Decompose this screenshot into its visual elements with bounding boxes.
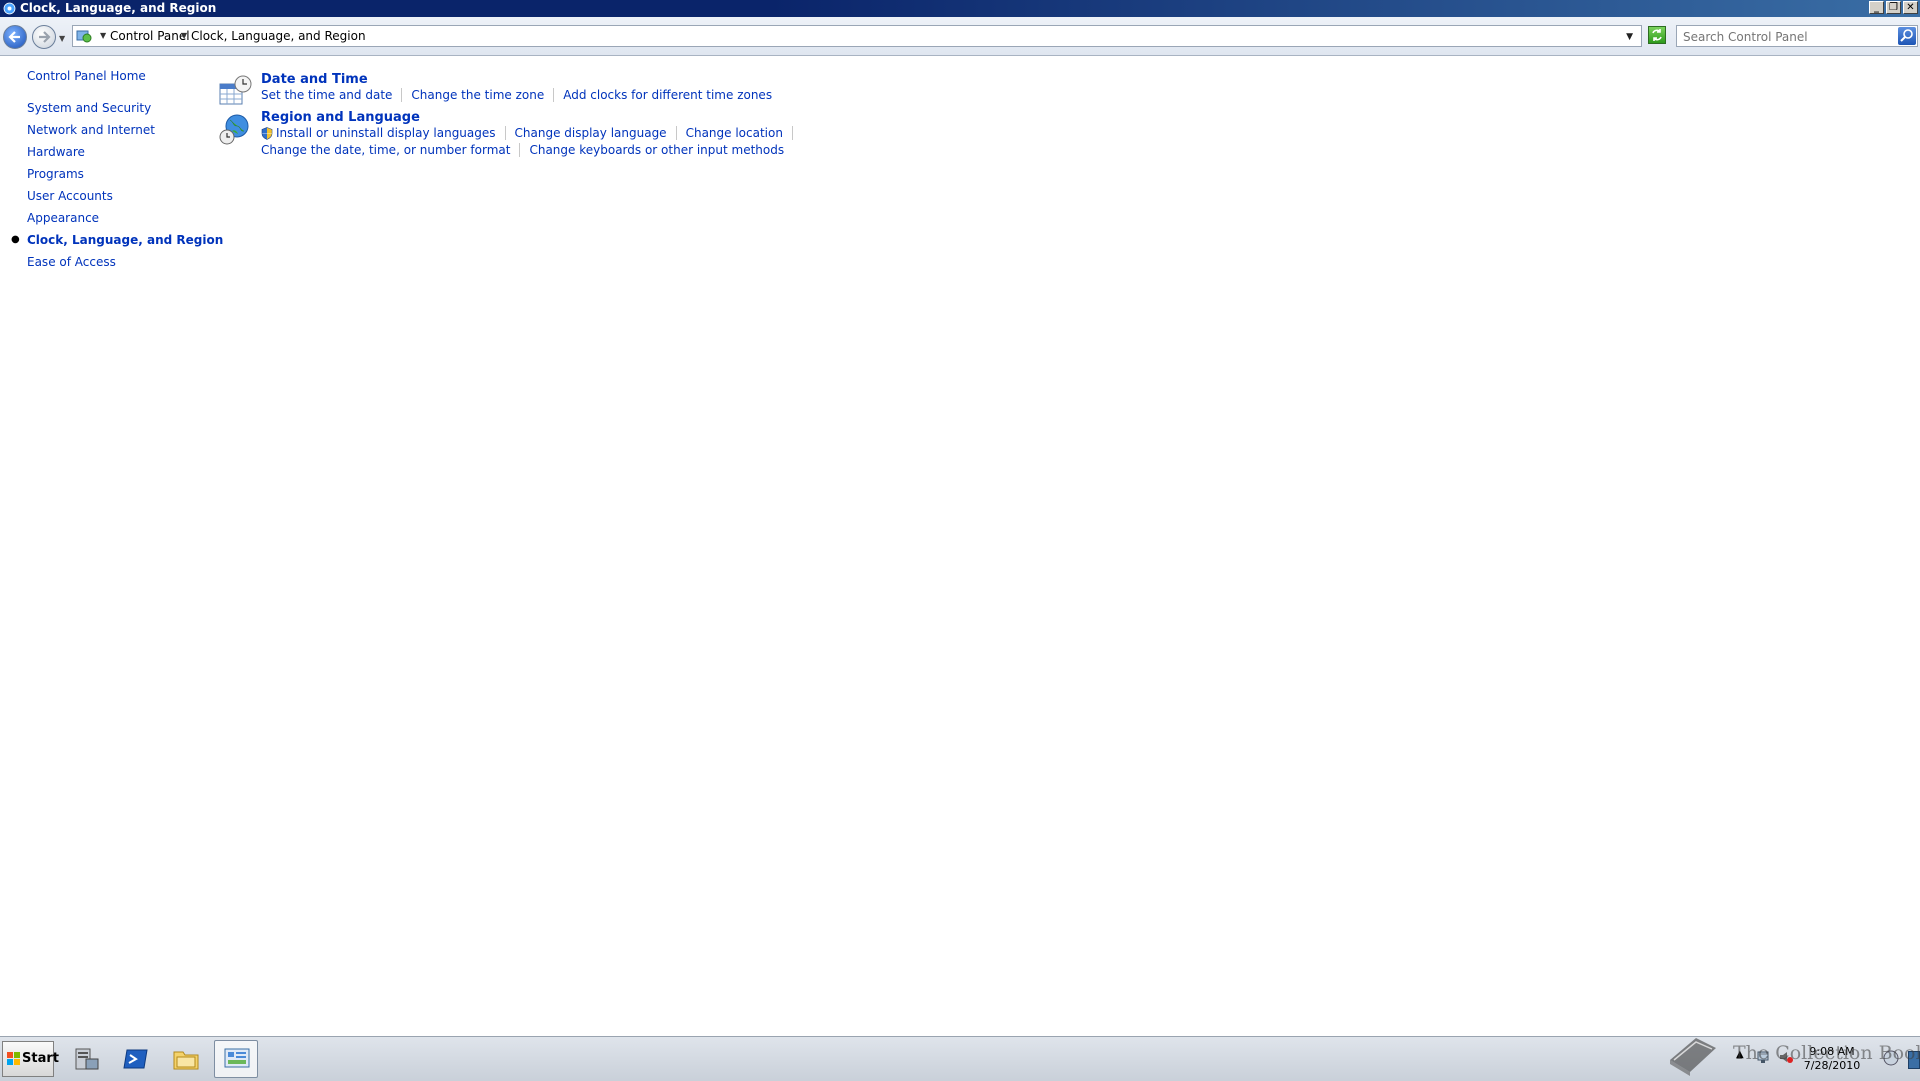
forward-button[interactable] [32,25,56,49]
nav-ease-of-access[interactable]: Ease of Access [27,255,116,269]
link-separator [504,126,506,140]
back-button[interactable] [3,25,27,49]
globe-clock-icon[interactable] [218,113,252,147]
change-location-link[interactable]: Change location [686,126,783,140]
explorer-icon [173,1051,199,1070]
search-button[interactable] [1898,27,1916,45]
link-separator [401,88,403,102]
change-time-zone-link[interactable]: Change the time zone [411,88,544,102]
book-logo-icon [1670,1038,1716,1076]
link-separator [791,126,793,140]
window-title-bar[interactable]: Clock, Language, and Region _ ❐ ✕ [0,0,1920,17]
search-icon [1900,29,1913,42]
calendar-clock-icon[interactable] [218,74,252,108]
set-time-and-date-link[interactable]: Set the time and date [261,88,392,102]
window-title: Clock, Language, and Region [20,1,217,15]
control-panel-icon [224,1048,250,1068]
breadcrumb-chevron-icon[interactable]: ▼ [181,31,187,40]
taskbar-explorer[interactable] [164,1040,208,1078]
date-and-time-links: Set the time and date Change the time zo… [261,88,772,102]
nav-hardware[interactable]: Hardware [27,145,85,159]
back-arrow-icon [8,31,20,43]
close-button[interactable]: ✕ [1903,1,1918,14]
change-display-language-link[interactable]: Change display language [515,126,667,140]
link-separator [519,143,521,157]
control-panel-icon [76,30,92,43]
nav-clock-language-region[interactable]: Clock, Language, and Region [27,233,223,247]
minimize-button[interactable]: _ [1869,1,1884,14]
install-display-languages-link[interactable]: Install or uninstall display languages [276,126,496,140]
region-and-language-links-row-2: Change the date, time, or number format … [261,143,784,157]
search-input[interactable] [1681,28,1891,46]
link-separator [553,88,555,102]
taskbar-powershell[interactable] [114,1040,158,1078]
region-and-language-links-row-1: Install or uninstall display languages C… [261,126,802,140]
uac-shield-icon [261,126,273,140]
nav-user-accounts[interactable]: User Accounts [27,189,113,203]
start-button[interactable]: Start [2,1041,59,1077]
windows-logo-icon [7,1052,20,1065]
recent-pages-dropdown-icon[interactable]: ▼ [59,34,65,43]
restore-button[interactable]: ❐ [1886,1,1901,14]
refresh-icon [1652,29,1662,41]
taskbar-server-manager[interactable] [64,1040,108,1078]
server-manager-icon [75,1048,99,1070]
region-and-language-title[interactable]: Region and Language [261,110,420,125]
active-item-bullet-icon: ● [11,234,20,245]
search-box[interactable] [1676,25,1918,47]
nav-programs[interactable]: Programs [27,167,84,181]
breadcrumb-current[interactable]: Clock, Language, and Region [191,29,366,43]
nav-network-and-internet[interactable]: Network and Internet [27,123,155,137]
address-box[interactable]: ▼ Control Panel ▼ Clock, Language, and R… [72,25,1642,47]
start-label: Start [22,1051,59,1066]
link-separator [675,126,677,140]
change-date-time-number-format-link[interactable]: Change the date, time, or number format [261,143,510,157]
change-keyboards-link[interactable]: Change keyboards or other input methods [529,143,784,157]
address-dropdown-icon[interactable]: ▼ [1626,32,1633,42]
control-panel-icon [3,2,16,15]
date-and-time-title[interactable]: Date and Time [261,72,368,87]
taskbar: Start ▲ 9:08 AM 7/28/2010 [0,1036,1920,1081]
breadcrumb-chevron-icon[interactable]: ▼ [100,31,106,40]
add-clocks-link[interactable]: Add clocks for different time zones [563,88,772,102]
forward-arrow-icon [39,31,51,43]
navigation-bar: ▼ ▼ Control Panel ▼ Clock, Language, and… [0,17,1920,56]
refresh-button[interactable] [1648,26,1666,44]
breadcrumb-control-panel[interactable]: Control Panel [110,29,190,43]
nav-system-and-security[interactable]: System and Security [27,101,151,115]
nav-appearance[interactable]: Appearance [27,211,99,225]
powershell-icon [123,1049,148,1069]
taskbar-control-panel[interactable] [214,1040,258,1078]
nav-control-panel-home[interactable]: Control Panel Home [27,69,146,83]
watermark-text: The Collection Book [1733,1042,1920,1064]
